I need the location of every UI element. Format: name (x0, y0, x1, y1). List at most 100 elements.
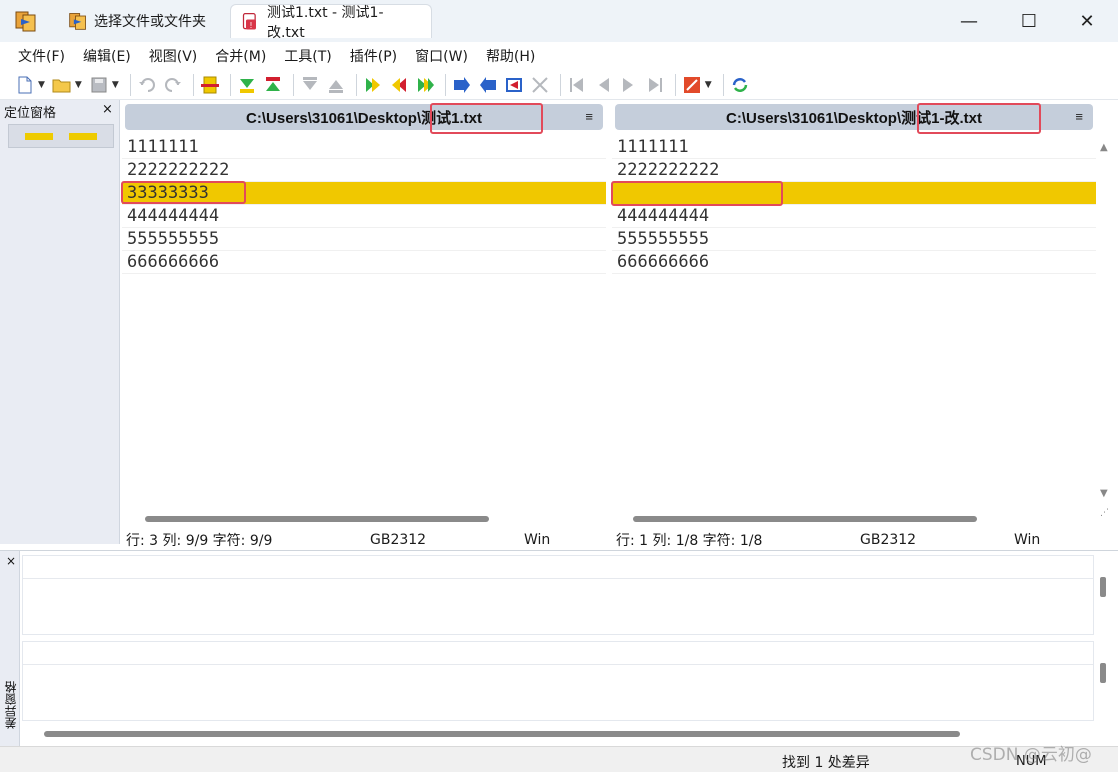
toolbar-separator (355, 73, 357, 96)
new-icon[interactable] (14, 74, 36, 96)
copy-both-icon[interactable] (503, 74, 525, 96)
minimize-button[interactable]: — (946, 0, 992, 42)
copy-left-icon[interactable] (388, 74, 410, 96)
left-file-pane[interactable]: C:\Users\31061\Desktop\测试1.txt ≡ 1111111… (122, 100, 606, 530)
scrollbar-thumb[interactable] (145, 516, 489, 522)
encoding-label: GB2312 (860, 532, 917, 548)
close-button[interactable]: ✕ (1064, 0, 1110, 42)
current-diff-icon[interactable] (199, 74, 221, 96)
diff-line-divider (23, 664, 1093, 665)
location-pane-close-button[interactable]: × (102, 102, 113, 117)
tab-select-files[interactable]: 选择文件或文件夹 (58, 4, 228, 38)
left-pane-status: 行: 3 列: 9/9 字符: 9/9 GB2312 Win (126, 530, 606, 550)
menu-merge[interactable]: 合并(M) (215, 46, 266, 66)
chevron-down-icon[interactable]: ▼ (705, 80, 712, 90)
chevron-down-icon[interactable]: ▼ (38, 80, 45, 90)
diff-line-divider (23, 578, 1093, 579)
menu-help[interactable]: 帮助(H) (486, 46, 535, 66)
toolbar-separator (444, 73, 446, 96)
resize-grip-icon[interactable]: ⋰ (1100, 508, 1109, 518)
refresh-icon[interactable] (729, 74, 751, 96)
chevron-down-icon[interactable]: ▼ (112, 80, 119, 90)
chevron-down-icon[interactable]: ▼ (75, 80, 82, 90)
eol-label: Win (524, 532, 551, 548)
toolbar-separator (192, 73, 194, 96)
diff-right-line-view[interactable] (22, 641, 1094, 721)
code-line[interactable]: 555555555 (122, 228, 606, 251)
winmerge-app-icon[interactable] (14, 9, 38, 33)
toolbar-separator (722, 73, 724, 96)
copy-all-right-icon[interactable] (414, 74, 436, 96)
winmerge-tab-icon (69, 13, 86, 30)
right-file-pane[interactable]: C:\Users\31061\Desktop\测试1-改.txt ≡ 11111… (612, 100, 1096, 530)
tab-label: 测试1.txt - 测试1-改.txt (266, 4, 384, 41)
vertical-scrollbar[interactable]: ▲ ▼ ⋰ (1098, 138, 1114, 524)
left-code-view[interactable]: 1111111 2222222222 33333333 444444444 55… (122, 136, 606, 274)
diff-pane: × 差异窗格 (0, 550, 1118, 746)
left-horizontal-scrollbar[interactable] (125, 510, 603, 528)
toolbar-separator (559, 73, 561, 96)
menu-plugins[interactable]: 插件(P) (350, 46, 397, 66)
redo-icon[interactable] (162, 74, 184, 96)
eol-label: Win (1014, 532, 1041, 548)
location-map[interactable] (8, 124, 114, 148)
title-bar: 选择文件或文件夹 ! 测试1.txt - 测试1-改.txt — ☐ ✕ (0, 0, 1118, 42)
tab-file-compare[interactable]: ! 测试1.txt - 测试1-改.txt (230, 4, 432, 41)
scroll-down-icon[interactable]: ▼ (1100, 488, 1108, 499)
location-pane: 定位窗格 × (0, 100, 120, 544)
copy-to-right-icon[interactable] (451, 74, 473, 96)
diff-scrollbar-thumb[interactable] (1100, 577, 1106, 597)
options-icon[interactable] (681, 74, 703, 96)
code-line[interactable]: 444444444 (612, 205, 1096, 228)
code-line[interactable]: 555555555 (612, 228, 1096, 251)
annotation-box (430, 103, 543, 134)
next-diff-icon[interactable] (236, 74, 258, 96)
toolbar-separator (292, 73, 294, 96)
code-line[interactable]: 1111111 (122, 136, 606, 159)
svg-text:!: ! (249, 20, 252, 29)
annotation-box (917, 103, 1041, 134)
forward-icon[interactable] (618, 74, 640, 96)
toolbar: ▼ ▼ ▼ ▼ (0, 70, 1118, 100)
menu-tools[interactable]: 工具(T) (284, 46, 331, 66)
hamburger-menu-icon[interactable]: ≡ (585, 109, 593, 124)
diff-pane-close-button[interactable]: × (6, 554, 16, 568)
code-line[interactable]: 1111111 (612, 136, 1096, 159)
menu-edit[interactable]: 编辑(E) (83, 46, 131, 66)
menu-view[interactable]: 视图(V) (149, 46, 198, 66)
toolbar-separator (674, 73, 676, 96)
menu-file[interactable]: 文件(F) (18, 46, 65, 66)
maximize-button[interactable]: ☐ (1006, 0, 1052, 42)
menu-window[interactable]: 窗口(W) (415, 46, 468, 66)
save-icon[interactable] (88, 74, 110, 96)
code-line[interactable]: 2222222222 (122, 159, 606, 182)
merge-disabled-icon[interactable] (529, 74, 551, 96)
diff-left-line-view[interactable] (22, 555, 1094, 635)
prev-diff-icon[interactable] (262, 74, 284, 96)
diff-horizontal-scrollbar[interactable] (44, 731, 960, 737)
code-line[interactable]: 444444444 (122, 205, 606, 228)
code-line[interactable]: 666666666 (122, 251, 606, 274)
right-pane-status: 行: 1 列: 1/8 字符: 1/8 GB2312 Win (616, 530, 1096, 550)
status-bar: 找到 1 处差异 NUM (0, 746, 1118, 772)
hamburger-menu-icon[interactable]: ≡ (1075, 109, 1083, 124)
next-file-icon[interactable] (644, 74, 666, 96)
undo-icon[interactable] (136, 74, 158, 96)
copy-right-icon[interactable] (362, 74, 384, 96)
diff-pane-sidebar: × 差异窗格 (0, 551, 20, 746)
code-line[interactable]: 666666666 (612, 251, 1096, 274)
diff-scrollbar-thumb[interactable] (1100, 663, 1106, 683)
location-diff-marker (25, 133, 53, 140)
first-diff-icon[interactable] (299, 74, 321, 96)
last-diff-icon[interactable] (325, 74, 347, 96)
right-horizontal-scrollbar[interactable] (615, 510, 1093, 528)
copy-to-left-icon[interactable] (477, 74, 499, 96)
prev-file-icon[interactable] (566, 74, 588, 96)
location-pane-title: 定位窗格 (4, 106, 57, 121)
menu-bar: 文件(F) 编辑(E) 视图(V) 合并(M) 工具(T) 插件(P) 窗口(W… (0, 42, 1118, 70)
scrollbar-thumb[interactable] (633, 516, 977, 522)
scroll-up-icon[interactable]: ▲ (1100, 142, 1108, 153)
open-folder-icon[interactable] (51, 74, 73, 96)
code-line[interactable]: 2222222222 (612, 159, 1096, 182)
back-icon[interactable] (592, 74, 614, 96)
